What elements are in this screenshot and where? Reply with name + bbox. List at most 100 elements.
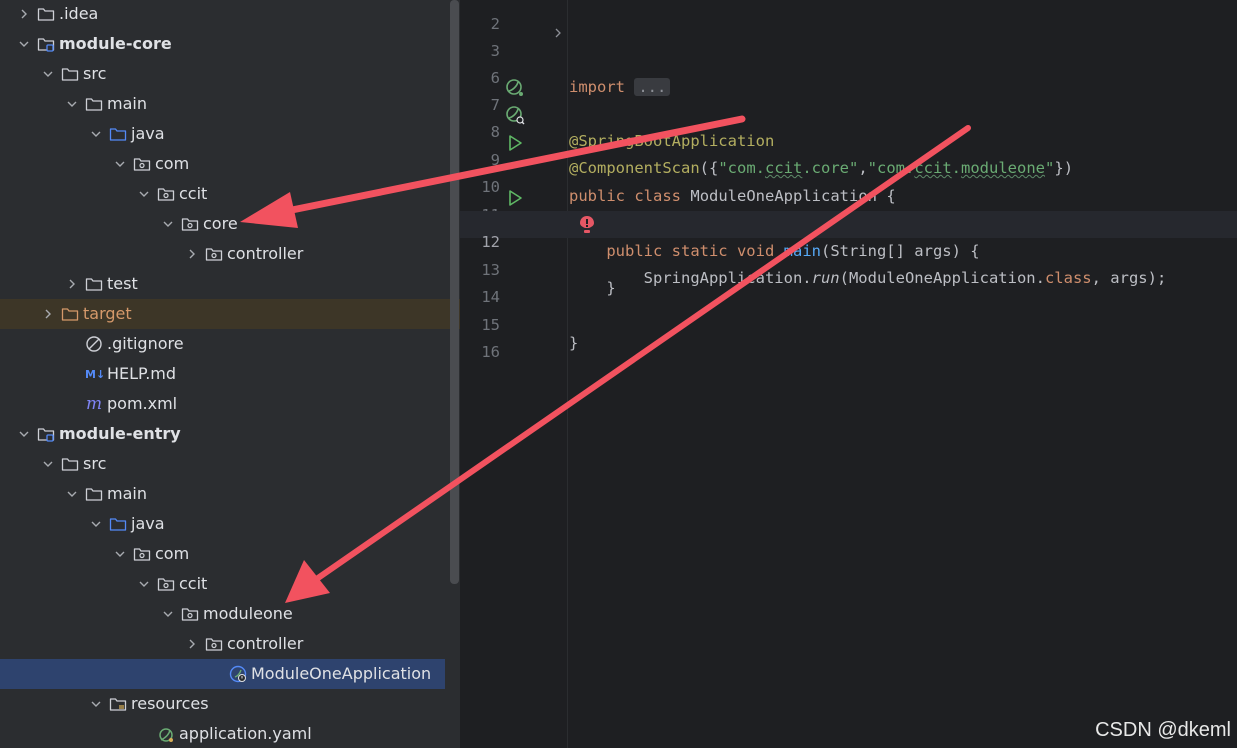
tree-item[interactable]: ccit [0, 179, 460, 209]
tree-item[interactable]: .gitignore [0, 329, 460, 359]
chevron-down-icon[interactable] [14, 29, 34, 59]
tree-item-label: main [107, 484, 147, 503]
tree-item[interactable]: moduleone [0, 599, 460, 629]
chevron-down-icon[interactable] [62, 479, 82, 509]
code-line[interactable]: 16 [460, 321, 1237, 361]
tree-item[interactable]: module-entry [0, 419, 460, 449]
chevron-right-icon[interactable] [62, 269, 82, 299]
tree-item-label: core [203, 214, 238, 233]
tree-item[interactable]: application.yaml [0, 719, 460, 748]
tree-item[interactable]: module-core [0, 29, 460, 59]
error-icon[interactable] [579, 215, 595, 235]
package-icon [132, 154, 152, 174]
ide-window: .idea module-core src main java com ccit core co… [0, 0, 1237, 748]
chevron-down-icon[interactable] [86, 119, 106, 149]
chevron-down-icon[interactable] [158, 209, 178, 239]
spring-scan-icon[interactable] [505, 105, 525, 125]
code-line-current[interactable]: 12 SpringApplication.run(ModuleOneApplic… [460, 211, 1237, 287]
code-line[interactable]: 7 @SpringBootApplication [460, 74, 1237, 150]
tree-item[interactable]: main [0, 479, 460, 509]
tree-item[interactable]: resources [0, 689, 460, 719]
chevron-down-icon[interactable] [86, 689, 106, 719]
tree-item[interactable]: src [0, 59, 460, 89]
chevron-down-icon[interactable] [158, 599, 178, 629]
tree-item-label: src [83, 64, 107, 83]
spring-bean-icon[interactable] [505, 78, 525, 98]
tree-item-label: ModuleOneApplication [251, 664, 432, 683]
chevron-right-icon[interactable] [38, 299, 58, 329]
tree-item-label: test [107, 274, 138, 293]
tree-item[interactable]: ccit [0, 569, 460, 599]
chevron-right-icon[interactable] [182, 239, 202, 269]
tree-scrollbar[interactable] [450, 0, 459, 584]
tree-item-label: controller [227, 244, 304, 263]
code-line[interactable]: 8 @ComponentScan({"com.ccit.core","com.c… [460, 101, 1237, 177]
tree-item[interactable]: com [0, 149, 460, 179]
tree-item[interactable]: .idea [0, 0, 460, 29]
excluded-folder-icon [60, 304, 80, 324]
run-icon[interactable] [505, 133, 525, 153]
package-icon [204, 634, 224, 654]
maven-icon: m [84, 394, 104, 414]
tree-item-label: .idea [59, 4, 99, 23]
code-line[interactable]: 9 public class ModuleOneApplication { [460, 129, 1237, 205]
tree-item-label: moduleone [203, 604, 293, 623]
chevron-down-icon[interactable] [86, 509, 106, 539]
code-line[interactable]: 14 [460, 266, 1237, 306]
project-tree[interactable]: .idea module-core src main java com ccit core co… [0, 0, 460, 748]
code-line[interactable]: 2 [460, 0, 1237, 33]
tree-item-label: ccit [179, 574, 208, 593]
tree-item[interactable]: test [0, 269, 460, 299]
tree-item[interactable]: controller [0, 629, 460, 659]
code-line[interactable]: 13 } [460, 239, 1237, 297]
tree-item[interactable]: m pom.xml [0, 389, 460, 419]
module-folder-icon [36, 424, 56, 444]
chevron-down-icon[interactable] [14, 419, 34, 449]
folder-icon [36, 4, 56, 24]
chevron-down-icon[interactable] [38, 59, 58, 89]
tree-item[interactable]: src [0, 449, 460, 479]
tree-item-label: controller [227, 634, 304, 653]
chevron-down-icon[interactable] [110, 539, 130, 569]
chevron-down-icon[interactable] [110, 149, 130, 179]
package-icon [180, 214, 200, 234]
source-folder-icon [108, 514, 128, 534]
code-line[interactable]: 3 import ... [460, 20, 1237, 96]
tree-item-label: main [107, 94, 147, 113]
tree-item-label: module-core [59, 34, 172, 53]
code-line[interactable]: 11 public static void main(String[] args… [460, 184, 1237, 260]
chevron-down-icon[interactable] [134, 569, 154, 599]
chevron-down-icon[interactable] [62, 89, 82, 119]
tree-item[interactable]: target [0, 299, 460, 329]
tree-item[interactable]: M↓ HELP.md [0, 359, 460, 389]
tree-item[interactable]: controller [0, 239, 460, 269]
tree-item-label: ccit [179, 184, 208, 203]
module-folder-icon [36, 34, 56, 54]
chevron-right-icon[interactable] [14, 0, 34, 29]
tree-item[interactable]: com [0, 539, 460, 569]
code-line[interactable]: 6 [460, 47, 1237, 87]
chevron-right-icon[interactable] [182, 629, 202, 659]
chevron-down-icon[interactable] [134, 179, 154, 209]
line-number: 16 [481, 343, 500, 361]
resources-folder-icon [108, 694, 128, 714]
chevron-down-icon[interactable] [38, 449, 58, 479]
folder-icon [84, 484, 104, 504]
folder-icon [60, 454, 80, 474]
tree-item[interactable]: core [0, 209, 460, 239]
code-line[interactable]: 10 [460, 156, 1237, 196]
tree-item[interactable]: java [0, 509, 460, 539]
folder-icon [84, 94, 104, 114]
tree-item[interactable]: java [0, 119, 460, 149]
svg-text:m: m [86, 395, 102, 413]
fold-expand-icon[interactable] [552, 27, 564, 39]
tree-item[interactable]: main [0, 89, 460, 119]
run-icon[interactable] [505, 188, 525, 208]
package-icon [156, 574, 176, 594]
tree-item[interactable]: ModuleOneApplication [0, 659, 445, 689]
code-line[interactable]: 15 } [460, 294, 1237, 352]
svg-text:M↓: M↓ [85, 368, 103, 381]
package-icon [180, 604, 200, 624]
